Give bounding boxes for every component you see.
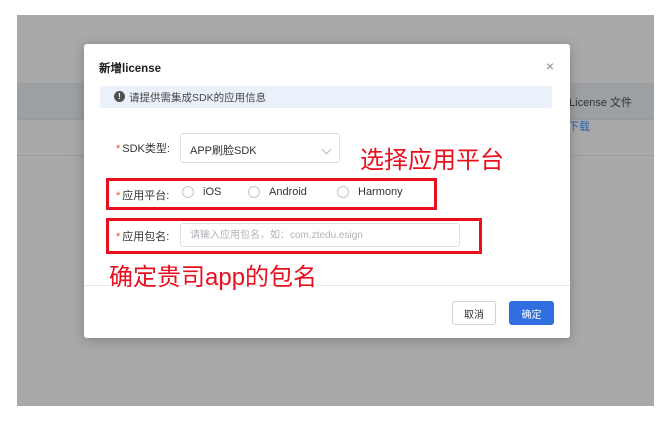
package-annotation: 确定贵司app的包名 xyxy=(109,264,318,291)
platform-annotation: 选择应用平台 xyxy=(360,147,504,174)
package-highlight-box xyxy=(106,218,482,254)
info-icon: ! xyxy=(114,91,125,102)
confirm-button[interactable]: 确定 xyxy=(509,301,554,325)
license-file-column-header: License 文件 xyxy=(569,97,632,109)
info-notice: ! 请提供需集成SDK的应用信息 xyxy=(100,86,552,108)
chevron-down-icon xyxy=(321,144,332,155)
cancel-button[interactable]: 取消 xyxy=(452,301,496,325)
close-icon[interactable]: × xyxy=(546,58,554,74)
notice-text: 请提供需集成SDK的应用信息 xyxy=(129,92,267,104)
platform-highlight-box xyxy=(106,178,437,210)
download-link[interactable]: 下载 xyxy=(568,118,590,134)
sdk-type-label: * SDK类型: xyxy=(116,143,170,155)
required-asterisk: * xyxy=(116,143,121,155)
dialog-title: 新增license xyxy=(99,63,161,75)
sdk-type-select[interactable]: APP刷脸SDK xyxy=(180,133,340,163)
sdk-type-value: APP刷脸SDK xyxy=(190,145,257,157)
